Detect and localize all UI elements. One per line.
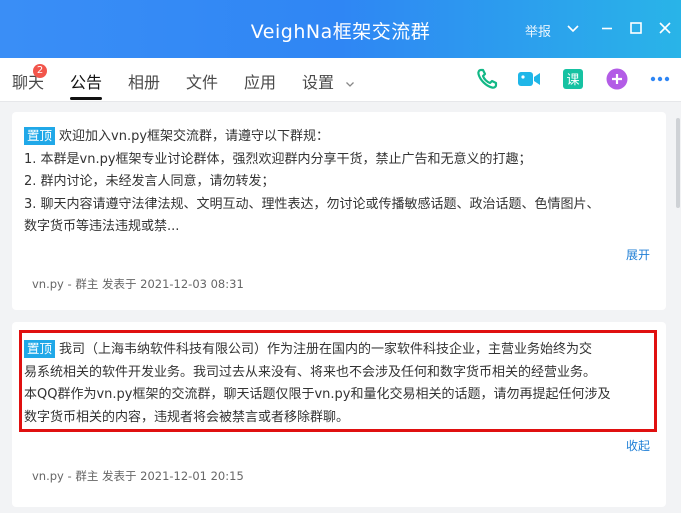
active-tab-indicator bbox=[70, 97, 102, 100]
add-app-icon[interactable] bbox=[604, 66, 630, 92]
tab-settings[interactable]: 设置 bbox=[302, 69, 355, 93]
tab-apps-label: 应用 bbox=[244, 73, 277, 92]
notice-line: 1. 本群是vn.py框架专业讨论群体，强烈欢迎群内分享干货，禁止广告和无意义的… bbox=[24, 151, 532, 167]
notice-line: 数字货币等违法违规或禁... bbox=[24, 219, 180, 234]
collapse-link[interactable]: 收起 bbox=[626, 437, 650, 454]
tab-files-label: 文件 bbox=[186, 73, 219, 92]
chevron-down-icon bbox=[345, 74, 355, 93]
chevron-down-icon[interactable] bbox=[563, 18, 583, 38]
tab-settings-label: 设置 bbox=[302, 73, 335, 92]
tab-announcements-label: 公告 bbox=[70, 73, 103, 92]
expand-link[interactable]: 展开 bbox=[626, 246, 650, 263]
video-icon[interactable] bbox=[516, 66, 542, 92]
svg-text:课: 课 bbox=[566, 73, 579, 88]
maximize-icon[interactable] bbox=[626, 18, 646, 38]
notice-meta: vn.py - 群主 发表于 2021-12-01 20:15 bbox=[32, 469, 244, 483]
close-icon[interactable] bbox=[655, 18, 675, 38]
more-icon[interactable] bbox=[647, 66, 673, 92]
notice-line: 3. 聊天内容请遵守法律法规、文明互动、理性表达，勿讨论或传播敏感话题、政治话题… bbox=[24, 196, 600, 212]
tab-album[interactable]: 相册 bbox=[128, 69, 160, 93]
notice-meta: vn.py - 群主 发表于 2021-12-03 08:31 bbox=[32, 277, 244, 291]
notice-card: 置顶 欢迎加入vn.py框架交流群，请遵守以下群规： 1. 本群是vn.py框架专… bbox=[12, 112, 666, 310]
course-icon[interactable]: 课 bbox=[560, 66, 586, 92]
notice-body: 置顶 欢迎加入vn.py框架交流群，请遵守以下群规： 1. 本群是vn.py框架专… bbox=[24, 126, 654, 239]
title-bar: VeighNa框架交流群 举报 bbox=[0, 0, 681, 58]
tab-apps[interactable]: 应用 bbox=[244, 69, 276, 93]
tab-album-label: 相册 bbox=[128, 73, 161, 92]
notice-line: 2. 群内讨论，未经发言人同意，请勿转发； bbox=[24, 174, 275, 189]
phone-icon[interactable] bbox=[474, 66, 500, 92]
tab-announcements[interactable]: 公告 bbox=[70, 69, 102, 93]
report-button[interactable]: 举报 bbox=[525, 21, 551, 40]
highlight-box bbox=[19, 330, 657, 432]
unread-badge: 2 bbox=[33, 64, 47, 78]
pinned-badge: 置顶 bbox=[24, 127, 56, 145]
minimize-icon[interactable] bbox=[597, 18, 617, 38]
notice-line: 欢迎加入vn.py框架交流群，请遵守以下群规： bbox=[59, 129, 330, 144]
tab-files[interactable]: 文件 bbox=[186, 69, 218, 93]
scrollbar-thumb[interactable] bbox=[676, 118, 680, 208]
